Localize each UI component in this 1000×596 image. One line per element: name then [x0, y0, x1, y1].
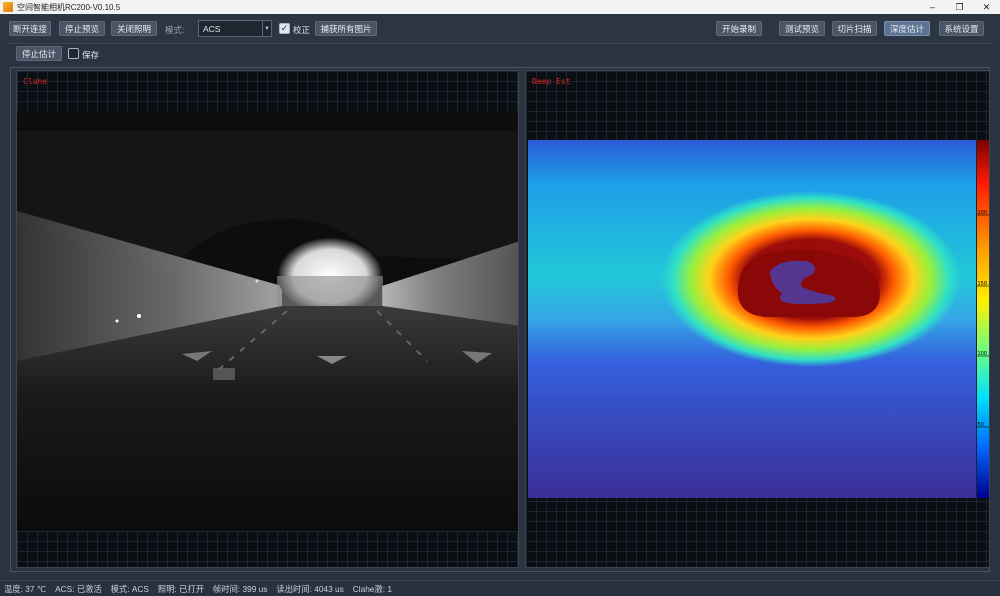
test-preview-button[interactable]: 测试预览	[779, 21, 825, 36]
close-button[interactable]: ✕	[973, 0, 1000, 14]
slice-scan-button[interactable]: 切片扫描	[832, 21, 877, 36]
stop-estimate-button[interactable]: 停止估计	[16, 46, 62, 61]
tunnel-image	[17, 111, 518, 531]
clahe-view-label: Clahe	[23, 77, 48, 86]
title-bar: 空间智能相机RC200-V0.10.5 – ❐ ✕	[0, 0, 1000, 14]
chevron-down-icon[interactable]: ▼	[262, 21, 271, 36]
status-clahe: Clahe激: 1	[352, 583, 392, 594]
status-frame-time: 帧时间: 399 us	[213, 583, 268, 594]
window-title: 空间智能相机RC200-V0.10.5	[17, 2, 121, 12]
depth-estimate-button[interactable]: 深度估计	[884, 21, 930, 36]
minimize-button[interactable]: –	[919, 0, 946, 14]
status-acs: ACS: 已激活	[55, 583, 102, 594]
colorbar-tick-150: 150	[978, 281, 988, 287]
lighting-off-button[interactable]: 关闭照明	[111, 21, 157, 36]
save-checkbox[interactable]	[68, 48, 79, 59]
save-label: 保存	[82, 50, 100, 60]
capture-all-button[interactable]: 捕获所有图片	[315, 21, 377, 36]
mode-select[interactable]: ACS ▼	[198, 20, 272, 37]
disconnect-button[interactable]: 断开连接	[9, 21, 51, 36]
mode-label: 模式:	[165, 25, 185, 35]
correction-label: 校正	[293, 25, 311, 35]
maximize-button[interactable]: ❐	[946, 0, 973, 14]
start-record-button[interactable]: 开始录制	[716, 21, 762, 36]
clahe-view[interactable]: Clahe	[16, 70, 519, 568]
status-mode: 模式: ACS	[110, 583, 149, 594]
status-temperature: 温度: 37 ℃	[4, 583, 47, 594]
status-readout-time: 读出时间: 4043 us	[276, 583, 344, 594]
colorbar-tick-100: 100	[978, 351, 988, 357]
app-icon	[3, 2, 13, 12]
stop-preview-button[interactable]: 停止预览	[59, 21, 105, 36]
depth-view-label: Deep Est	[532, 77, 571, 86]
system-settings-button[interactable]: 系统设置	[939, 21, 984, 36]
colorbar-tick-200: 200	[978, 210, 988, 216]
colorbar	[977, 140, 989, 498]
status-bar: 温度: 37 ℃ ACS: 已激活 模式: ACS 照明: 已打开 帧时间: 3…	[0, 580, 1000, 596]
status-lighting: 照明: 已打开	[157, 583, 204, 594]
colorbar-tick-50: 50	[978, 422, 984, 428]
correction-checkbox[interactable]: ✓	[279, 23, 290, 34]
mode-select-value: ACS	[203, 23, 221, 34]
depth-map: 200 150 100 50	[528, 140, 989, 498]
toolbar-divider	[9, 43, 991, 44]
depth-view[interactable]: 200 150 100 50 Deep Est	[525, 70, 990, 568]
